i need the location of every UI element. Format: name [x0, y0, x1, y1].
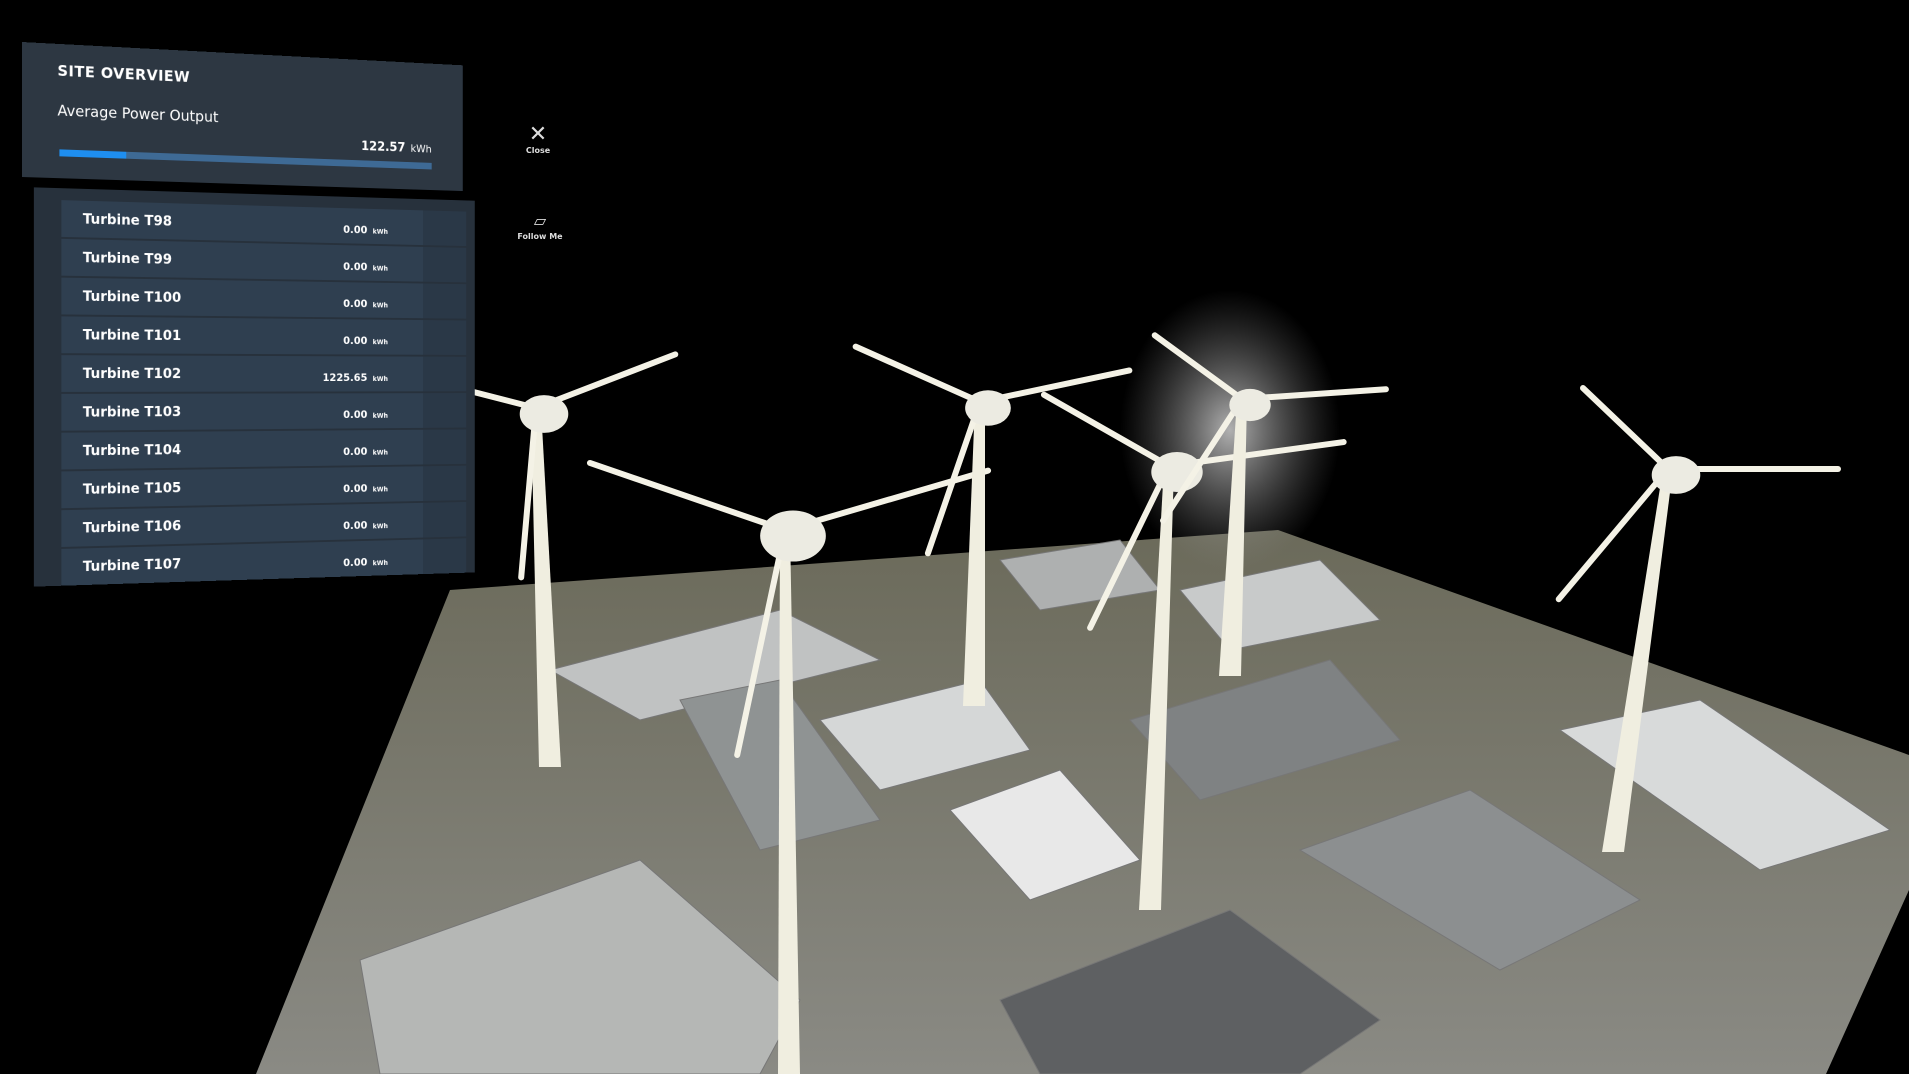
follow-me-icon: ▱: [533, 211, 547, 230]
turbine-row[interactable]: Turbine T105 0.00 kWh: [61, 465, 467, 509]
turbine-output-unit: kWh: [372, 338, 388, 347]
turbine-row[interactable]: Turbine T102 1225.65 kWh: [61, 355, 467, 392]
turbine-output-unit: kWh: [372, 559, 388, 568]
turbine-name: Turbine T99: [82, 249, 172, 268]
turbine-output: 0.00 kWh: [343, 555, 388, 569]
turbine-output-unit: kWh: [372, 301, 388, 310]
turbine-output: 1225.65 kWh: [323, 371, 388, 383]
turbine-output: 0.00 kWh: [343, 408, 388, 421]
average-value-number: 122.57: [361, 139, 406, 156]
turbine-output-value: 0.00: [343, 297, 368, 311]
panel-header: SITE OVERVIEW Average Power Output 122.5…: [22, 42, 463, 192]
average-power-value: 122.57 kWh: [361, 139, 432, 156]
close-button[interactable]: ✕ Close: [520, 122, 556, 156]
turbine-nacelle: [760, 510, 826, 562]
turbine-nacelle: [1229, 388, 1271, 422]
turbine-row[interactable]: Turbine T100 0.00 kWh: [61, 277, 467, 319]
turbine-output-value: 0.00: [343, 260, 368, 274]
turbine-output-value: 0.00: [343, 556, 368, 570]
turbine-blade: [586, 459, 788, 533]
turbine-row[interactable]: Turbine T104 0.00 kWh: [61, 429, 467, 470]
average-value-unit: kWh: [410, 142, 432, 156]
follow-me-button[interactable]: ▱ Follow Me: [515, 210, 565, 241]
turbine-output: 0.00 kWh: [343, 260, 388, 273]
turbine-name: Turbine T104: [82, 441, 182, 459]
turbine-output: 0.00 kWh: [343, 445, 388, 458]
turbine-output-value: 1225.65: [322, 371, 368, 384]
turbine-name: Turbine T105: [82, 479, 182, 498]
turbine-output-unit: kWh: [372, 485, 388, 494]
turbine-name: Turbine T106: [82, 518, 182, 537]
turbine-output-unit: kWh: [372, 412, 388, 420]
turbine-output-value: 0.00: [343, 223, 368, 237]
turbine-output: 0.00 kWh: [343, 334, 388, 347]
turbine-output: 0.00 kWh: [343, 297, 388, 310]
turbine-name: Turbine T107: [82, 556, 182, 575]
turbine-blade: [852, 343, 983, 405]
turbine-output-value: 0.00: [343, 445, 368, 458]
turbine-output-value: 0.00: [343, 408, 368, 421]
turbine-output-unit: kWh: [372, 522, 388, 531]
turbine-nacelle: [1651, 456, 1701, 494]
average-power-label: Average Power Output: [57, 101, 219, 127]
turbine-output: 0.00 kWh: [343, 519, 388, 532]
turbine-row[interactable]: Turbine T103 0.00 kWh: [61, 393, 467, 431]
turbine-output-unit: kWh: [372, 264, 388, 273]
turbine-output-unit: kWh: [372, 375, 388, 383]
turbine-name: Turbine T100: [82, 288, 182, 306]
site-overview-panel: SITE OVERVIEW Average Power Output 122.5…: [22, 42, 482, 587]
average-power-bar-fill: [59, 149, 126, 159]
turbine-output-unit: kWh: [372, 448, 388, 457]
turbine-output: 0.00 kWh: [343, 482, 388, 495]
turbine-row[interactable]: Turbine T98 0.00 kWh: [61, 200, 467, 247]
follow-me-label: Follow Me: [517, 232, 563, 241]
turbine-row[interactable]: Turbine T101 0.00 kWh: [61, 316, 467, 355]
turbine-output-value: 0.00: [343, 334, 368, 347]
turbine-name: Turbine T101: [82, 327, 182, 344]
turbine-output-value: 0.00: [343, 519, 368, 533]
turbine-name: Turbine T102: [82, 365, 182, 382]
turbine-name: Turbine T98: [82, 211, 172, 230]
turbine-row[interactable]: Turbine T99 0.00 kWh: [61, 238, 467, 283]
turbine-output-value: 0.00: [343, 482, 368, 495]
turbine-output-unit: kWh: [372, 227, 388, 236]
turbine-nacelle: [965, 390, 1011, 426]
close-icon: ✕: [528, 122, 548, 147]
turbine-output: 0.00 kWh: [343, 223, 388, 236]
turbine-blade: [1580, 385, 1671, 472]
turbine-name: Turbine T103: [82, 403, 182, 421]
turbine-list[interactable]: Turbine T98 0.00 kWh Turbine T99 0.00 kWh Turb…: [33, 187, 475, 587]
panel-title: SITE OVERVIEW: [57, 61, 191, 86]
turbine-nacelle: [519, 395, 569, 433]
close-label: Close: [525, 146, 551, 155]
